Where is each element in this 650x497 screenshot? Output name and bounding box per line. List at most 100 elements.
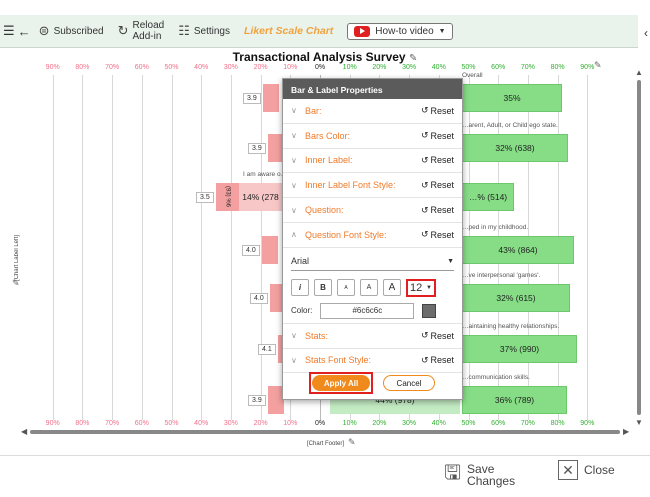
- reset-button[interactable]: ↺ Reset: [421, 130, 454, 141]
- apply-all-button[interactable]: Apply All: [312, 375, 370, 391]
- bold-button[interactable]: B: [314, 279, 332, 297]
- gridline: [52, 75, 54, 420]
- apply-all-highlight: Apply All: [309, 372, 373, 394]
- axis-tick-label: 90%: [45, 64, 60, 71]
- edit-pencil-icon[interactable]: ✎: [348, 437, 356, 448]
- axis-tick-label: 70%: [105, 64, 120, 71]
- back-icon[interactable]: ←: [18, 24, 31, 39]
- reset-button[interactable]: ↺ Reset: [421, 355, 454, 366]
- scroll-up-icon[interactable]: ▲: [635, 68, 643, 77]
- panel-section[interactable]: ∨ Question: ↺ Reset: [283, 198, 462, 223]
- chevron-left-icon[interactable]: ‹: [644, 26, 648, 40]
- chart-footer: [Chart Footer]: [307, 441, 345, 447]
- reload-addin-button[interactable]: ↻ Reload Add-in: [118, 20, 165, 42]
- axis-tick-label: 70%: [105, 420, 120, 427]
- reset-icon: ↺: [420, 229, 429, 240]
- reset-button[interactable]: ↺ Reset: [421, 105, 454, 116]
- bar-strongly-agree: 32% (615): [462, 284, 570, 312]
- reset-label: Reset: [430, 229, 454, 240]
- y-axis-label: [Chart Label Left]: [14, 235, 20, 282]
- axis-tick-label: 60%: [134, 64, 149, 71]
- font-smaller-button[interactable]: A: [337, 279, 355, 297]
- settings-button[interactable]: ☷ Settings: [178, 23, 230, 39]
- axis-tick-label: 20%: [372, 64, 387, 71]
- chevron-down-icon: ∨: [291, 106, 297, 116]
- panel-section[interactable]: ∨ Bars Color: ↺ Reset: [283, 124, 462, 149]
- bar-disagree: [263, 84, 279, 112]
- scroll-right-icon[interactable]: ▶: [623, 427, 629, 436]
- font-large-button[interactable]: A: [383, 279, 401, 297]
- reset-button[interactable]: ↺ Reset: [421, 155, 454, 166]
- axis-tick-label: 80%: [550, 64, 565, 71]
- reload-icon: ↻: [117, 23, 129, 38]
- axis-tick-label: 60%: [491, 64, 506, 71]
- axis-tick-label: 40%: [431, 420, 446, 427]
- chevron-down-icon: ∨: [291, 355, 297, 365]
- reset-icon: ↺: [420, 105, 429, 116]
- edit-pencil-icon[interactable]: ✎: [409, 53, 417, 64]
- font-small-button[interactable]: A: [360, 279, 378, 297]
- app-window: ☰ ← ⊜ Subscribed ↻ Reload Add-in ☷ Setti…: [0, 0, 650, 497]
- section-label: Inner Label Font Style:: [305, 180, 396, 191]
- reset-icon: ↺: [420, 154, 429, 165]
- panel-section[interactable]: ∨ Inner Label: ↺ Reset: [283, 149, 462, 174]
- howto-video-button[interactable]: How-to video ▼: [347, 22, 453, 40]
- dollar-circle-icon: ⊜: [38, 23, 50, 38]
- app-title: Likert Scale Chart: [244, 25, 334, 37]
- bottom-bar: 🖫 Save Changes ✕ Close: [0, 455, 650, 497]
- axis-tick-label: 20%: [253, 64, 268, 71]
- reset-button[interactable]: ↺ Reset: [421, 229, 454, 240]
- panel-section[interactable]: ∨ Inner Label Font Style: ↺ Reset: [283, 173, 462, 199]
- axis-tick-label: 50%: [461, 64, 476, 71]
- reset-button[interactable]: ↺ Reset: [421, 330, 454, 341]
- panel-section[interactable]: ∨ Stats Font Style: ↺ Reset: [283, 349, 462, 374]
- vertical-scrollbar[interactable]: [637, 80, 641, 415]
- gridline: [201, 75, 203, 420]
- italic-button[interactable]: i: [291, 279, 309, 297]
- axis-tick-label: 10%: [342, 64, 357, 71]
- color-swatch[interactable]: [422, 303, 437, 318]
- panel-section[interactable]: ∨ Bar: ↺ Reset: [283, 99, 462, 124]
- question-text: …arent, Adult, or Child ego state.: [462, 122, 558, 129]
- scroll-left-icon[interactable]: ◀: [21, 427, 27, 436]
- mean-value: 4.1: [258, 344, 276, 355]
- dropdown-arrow-icon: ▼: [438, 27, 446, 35]
- save-changes-button[interactable]: 🖫 Save Changes: [444, 458, 515, 492]
- color-input[interactable]: #6c6c6c: [320, 302, 415, 319]
- mean-value: 4.0: [242, 245, 260, 256]
- axis-tick-label: 70%: [520, 64, 535, 71]
- scroll-down-icon[interactable]: ▼: [635, 418, 643, 427]
- close-button[interactable]: ✕ Close: [558, 460, 615, 480]
- section-label: Question Font Style:: [305, 229, 387, 240]
- chevron-up-icon: ∧: [291, 230, 297, 240]
- section-label: Bar:: [305, 105, 322, 116]
- bar-strongly-agree: 43% (864): [462, 236, 574, 264]
- axis-tick-label: 60%: [134, 420, 149, 427]
- font-family-select[interactable]: Arial ▼: [291, 253, 454, 271]
- font-size-select[interactable]: 12 ▼: [406, 278, 436, 297]
- subscribed-button[interactable]: ⊜ Subscribed: [39, 23, 104, 39]
- panel-section[interactable]: ∧ Question Font Style: ↺ Reset: [283, 223, 462, 248]
- mean-value: 3.9: [248, 143, 266, 154]
- axis-tick-label: 70%: [520, 420, 535, 427]
- reset-button[interactable]: ↺ Reset: [421, 205, 454, 216]
- cancel-button[interactable]: Cancel: [383, 375, 435, 391]
- edit-pencil-icon[interactable]: ✎: [594, 60, 602, 71]
- axis-tick-label: 30%: [223, 64, 238, 71]
- axis-tick-label: 20%: [253, 420, 268, 427]
- panel-section[interactable]: ∨ Stats: ↺ Reset: [283, 324, 462, 349]
- menu-icon[interactable]: ☰: [3, 23, 15, 39]
- axis-tick-label: 50%: [164, 420, 179, 427]
- bar-strongly-agree: 36% (789): [462, 386, 567, 414]
- question-text: I am aware o…: [243, 171, 288, 178]
- axis-tick-label: 10%: [283, 420, 298, 427]
- edit-pencil-icon[interactable]: ✎: [12, 278, 20, 289]
- reset-label: Reset: [430, 130, 454, 141]
- horizontal-scrollbar[interactable]: [30, 430, 620, 434]
- section-label: Question:: [305, 205, 344, 216]
- reset-button[interactable]: ↺ Reset: [421, 180, 454, 191]
- save-icon: 🖫: [444, 462, 462, 484]
- bar-strongly-agree: …% (514): [462, 183, 514, 211]
- axis-tick-label: 10%: [342, 420, 357, 427]
- toolbar: ☰ ← ⊜ Subscribed ↻ Reload Add-in ☷ Setti…: [0, 15, 638, 48]
